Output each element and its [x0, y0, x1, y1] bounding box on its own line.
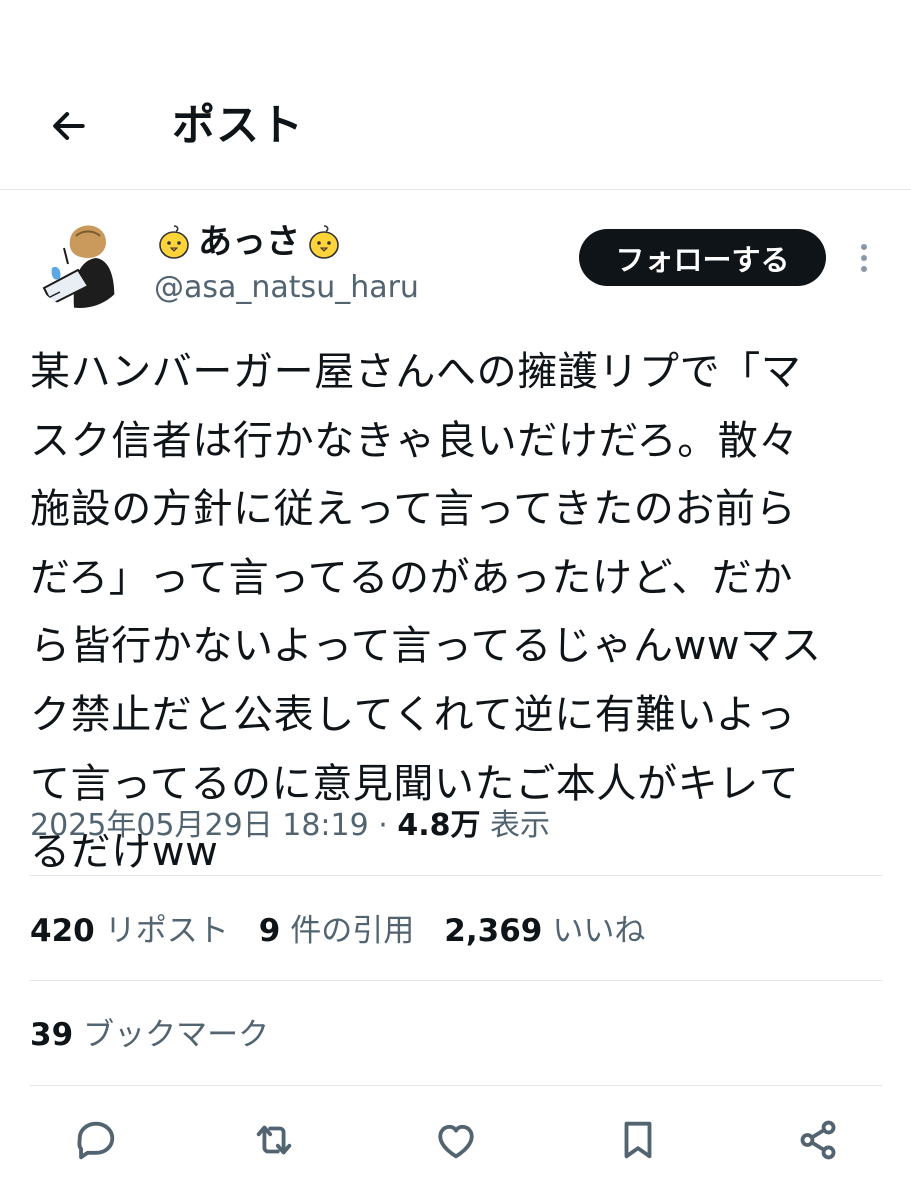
bookmarks-stat[interactable]: 39 ブックマーク	[30, 1012, 269, 1058]
like-button[interactable]	[428, 1114, 484, 1170]
repost-button[interactable]	[246, 1114, 302, 1170]
heart-icon	[433, 1117, 479, 1167]
chick-icon	[304, 222, 344, 262]
post-detail-page: ポスト あっさ @asa_natsu_haru フォローする 某ハンバーガー屋さ…	[0, 0, 911, 1199]
likes-stat[interactable]: 2,369 いいね	[444, 908, 645, 954]
more-vertical-icon-dot	[861, 266, 867, 272]
post-text-line: 某ハンバーガー屋さんへの擁護リプで「マ	[30, 349, 802, 395]
more-vertical-icon	[861, 244, 867, 250]
reply-button[interactable]	[68, 1114, 124, 1170]
likes-label: いいね	[552, 913, 646, 949]
post-text-line: ら皆行かないよって言ってるじゃんwwマス	[30, 623, 822, 670]
display-name-text: あっさ	[198, 222, 300, 262]
bookmark-icon	[615, 1117, 661, 1167]
quotes-stat[interactable]: 9 件の引用	[259, 908, 415, 954]
share-icon	[795, 1117, 841, 1167]
post-text-line: 施設の方針に従えって言ってきたのお前ら	[30, 486, 797, 533]
bookmarks-label: ブックマーク	[83, 1017, 270, 1053]
views-count: 4.8万	[397, 808, 481, 843]
engagement-stats: 420 リポスト 9 件の引用 2,369 いいね	[30, 908, 645, 954]
bookmarks-count: 39	[30, 1017, 74, 1053]
user-handle[interactable]: @asa_natsu_haru	[154, 268, 419, 308]
quotes-count: 9	[258, 913, 281, 949]
display-name[interactable]: あっさ	[154, 218, 344, 266]
bookmarks-divider	[30, 1085, 882, 1086]
meta-divider	[30, 875, 882, 876]
post-text-line: だろ」って言ってるのがあったけど、だか	[30, 554, 793, 601]
top-bar: ポスト	[0, 0, 911, 190]
header-divider	[0, 189, 911, 190]
quotes-label: 件の引用	[290, 913, 415, 949]
more-vertical-icon-dot	[861, 255, 867, 261]
more-options-button[interactable]	[846, 234, 882, 282]
reply-icon	[73, 1117, 119, 1167]
repost-icon	[251, 1117, 297, 1167]
post-text-line: ク禁止だと公表してくれて逆に有難いよっ	[30, 691, 796, 738]
post-meta: 2025年05月29日 18:19 · 4.8万 表示	[30, 804, 550, 848]
reposts-count: 420	[30, 913, 95, 949]
bookmark-button[interactable]	[610, 1114, 666, 1170]
avatar[interactable]	[30, 208, 130, 308]
meta-separator: ·	[378, 808, 388, 843]
back-button[interactable]	[40, 100, 96, 156]
chick-icon	[154, 222, 194, 262]
reposts-stat[interactable]: 420 リポスト	[30, 908, 229, 954]
reposts-label: リポスト	[104, 913, 229, 949]
stats-divider	[30, 980, 882, 981]
arrow-left-icon	[46, 104, 90, 152]
follow-button[interactable]: フォローする	[579, 229, 826, 286]
views-label: 表示	[490, 808, 551, 843]
post-timestamp[interactable]: 2025年05月29日 18:19	[30, 808, 369, 843]
page-title: ポスト	[172, 101, 304, 151]
share-button[interactable]	[790, 1114, 846, 1170]
post-text-line: スク信者は行かなきゃ良いだけだろ。散々	[30, 417, 799, 464]
likes-count: 2,369	[444, 913, 543, 949]
